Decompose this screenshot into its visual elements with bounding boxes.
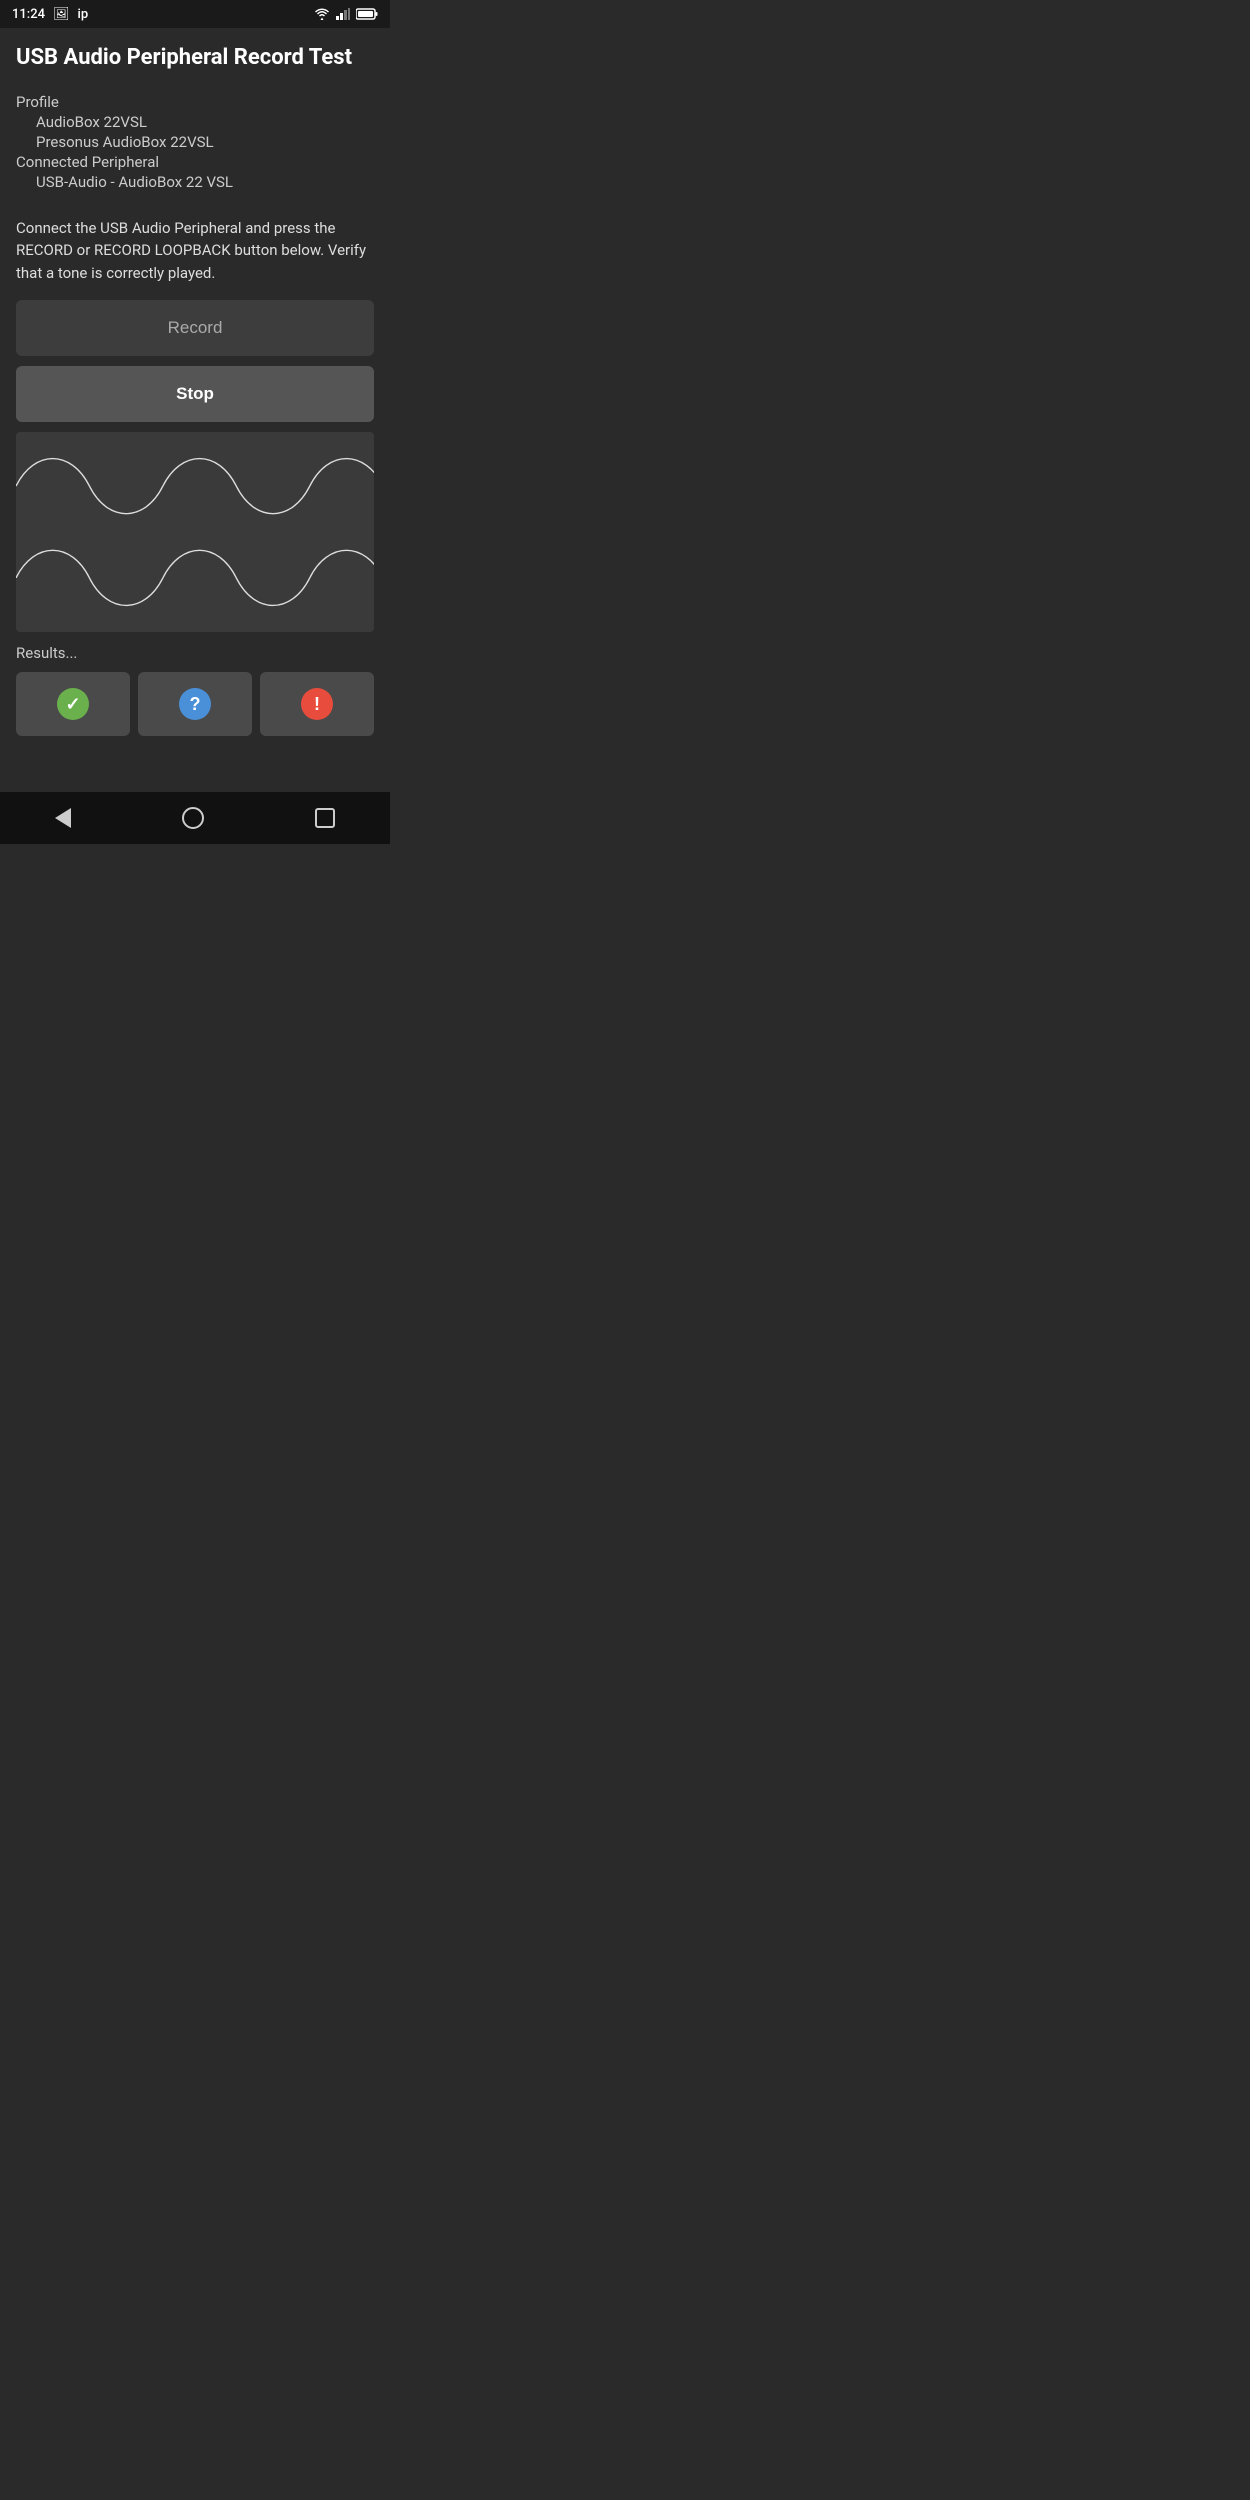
status-right xyxy=(314,8,378,20)
connected-device: USB-Audio - AudioBox 22 VSL xyxy=(16,173,374,191)
time-display: 11:24 xyxy=(12,7,45,22)
profile-line1: AudioBox 22VSL xyxy=(16,113,374,131)
photo-icon: 🖼 xyxy=(53,7,70,22)
check-icon: ✓ xyxy=(57,688,89,720)
record-button[interactable]: Record xyxy=(16,300,374,356)
results-buttons: ✓ ? ! xyxy=(16,672,374,736)
waveform-svg xyxy=(16,432,374,632)
instruction-text: Connect the USB Audio Peripheral and pre… xyxy=(16,217,374,285)
results-label: Results... xyxy=(16,644,374,662)
result-unknown-button[interactable]: ? xyxy=(138,672,252,736)
result-pass-button[interactable]: ✓ xyxy=(16,672,130,736)
status-bar: 11:24 🖼 ip xyxy=(0,0,390,28)
waveform-display xyxy=(16,432,374,632)
main-content: USB Audio Peripheral Record Test Profile… xyxy=(0,28,390,772)
battery-icon xyxy=(356,8,378,20)
profile-line2: Presonus AudioBox 22VSL xyxy=(16,133,374,151)
wifi-icon xyxy=(314,8,330,20)
profile-section: Profile AudioBox 22VSL Presonus AudioBox… xyxy=(16,93,374,193)
stop-button[interactable]: Stop xyxy=(16,366,374,422)
ip-label: ip xyxy=(78,7,89,22)
home-button[interactable] xyxy=(182,807,204,829)
navigation-bar xyxy=(0,792,390,844)
recents-button[interactable] xyxy=(315,808,335,828)
result-fail-button[interactable]: ! xyxy=(260,672,374,736)
back-button[interactable] xyxy=(55,808,71,828)
status-left: 11:24 🖼 ip xyxy=(12,7,88,22)
signal-icon xyxy=(336,8,350,20)
connected-label: Connected Peripheral xyxy=(16,153,374,171)
exclaim-icon: ! xyxy=(301,688,333,720)
question-icon: ? xyxy=(179,688,211,720)
page-title: USB Audio Peripheral Record Test xyxy=(16,44,374,73)
profile-label: Profile xyxy=(16,93,374,111)
